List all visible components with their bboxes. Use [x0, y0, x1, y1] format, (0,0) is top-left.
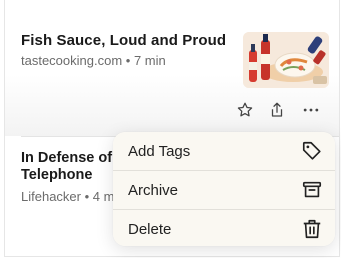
article-title[interactable]: In Defense of Telephone [21, 150, 121, 184]
reading-list: Fish Sauce, Loud and Proud tastecooking.… [4, 0, 340, 257]
share-icon[interactable] [265, 98, 289, 122]
menu-item-label: Archive [128, 181, 179, 199]
star-icon[interactable] [233, 98, 257, 122]
article-title[interactable]: Fish Sauce, Loud and Proud [21, 32, 226, 49]
menu-item-label: Delete [128, 220, 172, 238]
menu-item-delete[interactable]: Delete [113, 210, 335, 246]
article-meta: tastecooking.com • 7 min [21, 53, 166, 68]
article-thumbnail [243, 32, 329, 88]
context-menu: Add Tags Archive Delete [113, 132, 335, 246]
menu-item-label: Add Tags [128, 142, 191, 160]
more-icon[interactable] [299, 98, 323, 122]
menu-item-archive[interactable]: Archive [113, 171, 335, 209]
menu-item-add-tags[interactable]: Add Tags [113, 132, 335, 170]
trash-icon [303, 219, 321, 239]
tag-icon [302, 141, 321, 160]
archive-icon [302, 181, 322, 198]
article-meta: Lifehacker • 4 m [21, 189, 115, 204]
article-card[interactable]: Fish Sauce, Loud and Proud tastecooking.… [5, 0, 339, 136]
